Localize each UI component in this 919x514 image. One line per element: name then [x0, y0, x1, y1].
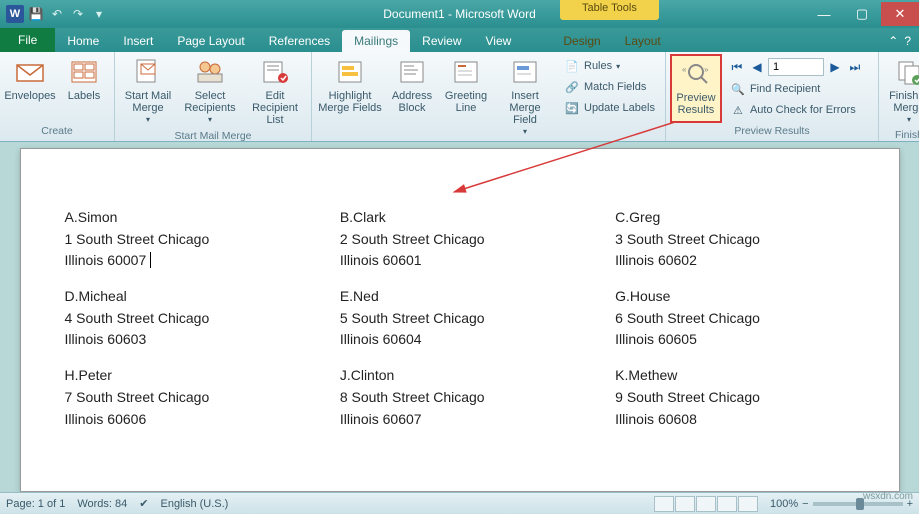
record-number-input[interactable] [768, 58, 824, 76]
web-layout-view[interactable] [696, 496, 716, 512]
greeting-icon [450, 56, 482, 88]
labels-grid: A.Simon 1 South Street Chicago Illinois … [65, 207, 855, 430]
tab-view[interactable]: View [474, 30, 524, 52]
rules-icon: 📄 [564, 58, 580, 74]
labels-icon [68, 56, 100, 88]
ribbon-tabs: File Home Insert Page Layout References … [0, 28, 919, 52]
status-page[interactable]: Page: 1 of 1 [6, 498, 65, 510]
label-cell[interactable]: G.House 6 South Street Chicago Illinois … [615, 286, 854, 351]
tab-layout[interactable]: Layout [613, 30, 673, 52]
label-cell[interactable]: A.Simon 1 South Street Chicago Illinois … [65, 207, 304, 272]
window-title: Document1 - Microsoft Word [383, 7, 536, 21]
highlight-icon [334, 56, 366, 88]
label-cell[interactable]: B.Clark 2 South Street Chicago Illinois … [340, 207, 579, 272]
maximize-button[interactable]: ▢ [843, 2, 881, 26]
check-icon: ⚠ [730, 102, 746, 118]
find-recipient-button[interactable]: 🔍Find Recipient [726, 79, 872, 99]
match-icon: 🔗 [564, 79, 580, 95]
labels-button[interactable]: Labels [58, 54, 110, 123]
next-record-button[interactable]: ▶ [826, 58, 844, 76]
edit-recipient-list-button[interactable]: Edit Recipient List [243, 54, 307, 128]
tab-review[interactable]: Review [410, 30, 473, 52]
tab-mailings[interactable]: Mailings [342, 30, 410, 52]
address-block-icon [396, 56, 428, 88]
status-zoom[interactable]: 100% [770, 498, 798, 510]
qat-dropdown-icon[interactable]: ▾ [90, 5, 108, 23]
svg-text:«: « [682, 65, 687, 74]
select-recipients-button[interactable]: Select Recipients ▾ [179, 54, 241, 128]
auto-check-errors-button[interactable]: ⚠Auto Check for Errors [726, 100, 872, 120]
help-icon[interactable]: ? [904, 34, 911, 48]
merge-field-icon [509, 56, 541, 88]
recipients-icon [194, 56, 226, 88]
greeting-line-button[interactable]: Greeting Line [440, 54, 492, 139]
find-icon: 🔍 [730, 81, 746, 97]
title-bar: W 💾 ↶ ↷ ▾ Document1 - Microsoft Word Tab… [0, 0, 919, 28]
full-screen-view[interactable] [675, 496, 695, 512]
close-button[interactable]: ✕ [881, 2, 919, 26]
address-block-button[interactable]: Address Block [386, 54, 438, 139]
minimize-ribbon-icon[interactable]: ⌃ [888, 34, 898, 48]
minimize-button[interactable]: — [805, 2, 843, 26]
outline-view[interactable] [717, 496, 737, 512]
update-labels-button[interactable]: 🔄Update Labels [560, 98, 659, 118]
finish-merge-button[interactable]: Finish & Merge ▾ [883, 54, 919, 127]
svg-text:»: » [704, 65, 709, 74]
tab-references[interactable]: References [257, 30, 342, 52]
tab-insert[interactable]: Insert [111, 30, 165, 52]
save-icon[interactable]: 💾 [27, 5, 45, 23]
label-cell[interactable]: K.Methew 9 South Street Chicago Illinois… [615, 365, 854, 430]
label-cell[interactable]: C.Greg 3 South Street Chicago Illinois 6… [615, 207, 854, 272]
finish-icon [893, 56, 919, 88]
preview-results-button[interactable]: «» Preview Results [670, 54, 722, 123]
document-area[interactable]: A.Simon 1 South Street Chicago Illinois … [0, 142, 919, 492]
status-bar: Page: 1 of 1 Words: 84 ✔ English (U.S.) … [0, 492, 919, 514]
table-tools-context: Table Tools [560, 0, 659, 20]
ribbon: Envelopes Labels Create Start Mail Merge… [0, 52, 919, 142]
status-language[interactable]: English (U.S.) [160, 498, 228, 510]
quick-access-toolbar: W 💾 ↶ ↷ ▾ [0, 5, 114, 23]
first-record-button[interactable]: ⏮ [728, 58, 746, 76]
highlight-merge-fields-button[interactable]: Highlight Merge Fields [316, 54, 384, 139]
print-layout-view[interactable] [654, 496, 674, 512]
insert-merge-field-button[interactable]: Insert Merge Field ▾ [494, 54, 556, 139]
draft-view[interactable] [738, 496, 758, 512]
label-cell[interactable]: E.Ned 5 South Street Chicago Illinois 60… [340, 286, 579, 351]
tab-home[interactable]: Home [55, 30, 111, 52]
word-app-icon[interactable]: W [6, 5, 24, 23]
zoom-out-button[interactable]: − [802, 498, 808, 510]
match-fields-button[interactable]: 🔗Match Fields [560, 77, 659, 97]
envelopes-button[interactable]: Envelopes [4, 54, 56, 123]
label-cell[interactable]: D.Micheal 4 South Street Chicago Illinoi… [65, 286, 304, 351]
text-cursor [146, 252, 151, 268]
tab-page-layout[interactable]: Page Layout [165, 30, 256, 52]
label-cell[interactable]: J.Clinton 8 South Street Chicago Illinoi… [340, 365, 579, 430]
rules-button[interactable]: 📄Rules ▾ [560, 56, 659, 76]
update-icon: 🔄 [564, 100, 580, 116]
status-words[interactable]: Words: 84 [77, 498, 127, 510]
view-buttons [654, 496, 758, 512]
group-write-insert: Highlight Merge Fields Address Block Gre… [312, 52, 666, 141]
zoom-slider[interactable] [813, 502, 903, 506]
tab-file[interactable]: File [0, 28, 55, 52]
group-start-mail-merge: Start Mail Merge ▾ Select Recipients ▾ E… [115, 52, 312, 141]
group-preview-results: «» Preview Results ⏮ ◀ ▶ ⏭ 🔍Find Recipie… [666, 52, 879, 141]
envelope-icon [14, 56, 46, 88]
preview-icon: «» [680, 58, 712, 90]
tab-design[interactable]: Design [551, 30, 612, 52]
proofing-icon[interactable]: ✔ [139, 497, 148, 510]
start-mail-merge-button[interactable]: Start Mail Merge ▾ [119, 54, 177, 128]
prev-record-button[interactable]: ◀ [748, 58, 766, 76]
mail-merge-icon [132, 56, 164, 88]
group-finish: Finish & Merge ▾ Finish [879, 52, 919, 141]
undo-icon[interactable]: ↶ [48, 5, 66, 23]
group-create: Envelopes Labels Create [0, 52, 115, 141]
edit-list-icon [259, 56, 291, 88]
redo-icon[interactable]: ↷ [69, 5, 87, 23]
document-page[interactable]: A.Simon 1 South Street Chicago Illinois … [20, 148, 900, 492]
label-cell[interactable]: H.Peter 7 South Street Chicago Illinois … [65, 365, 304, 430]
last-record-button[interactable]: ⏭ [846, 58, 864, 76]
watermark-text: wsxdn.com [863, 491, 913, 502]
